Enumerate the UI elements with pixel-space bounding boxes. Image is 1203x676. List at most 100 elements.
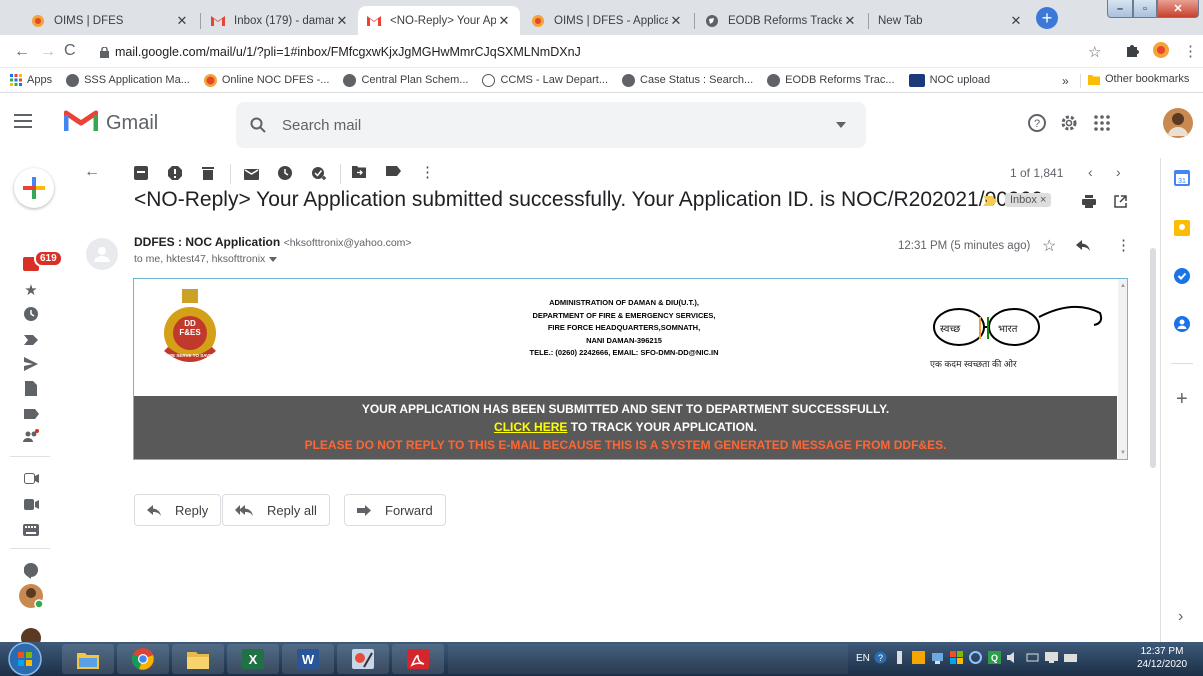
expand-panel-chevron-icon[interactable]: › (1178, 608, 1183, 626)
close-icon[interactable]: ✕ (668, 13, 684, 29)
move-to-folder-icon[interactable] (352, 166, 368, 182)
recipients-caret-icon[interactable] (269, 256, 278, 262)
help-icon[interactable]: ? (1028, 114, 1046, 132)
inbox-label-chip[interactable]: Inbox × (1005, 193, 1052, 207)
bookmark-sss[interactable]: SSS Application Ma... (66, 73, 190, 87)
main-menu-icon[interactable] (14, 114, 32, 128)
tab-inbox[interactable]: Inbox (179) - daman.fes ✕ (202, 6, 358, 35)
older-chevron-icon[interactable]: › (1116, 164, 1121, 180)
other-bookmarks[interactable]: Other bookmarks (1088, 73, 1189, 85)
tray-q-icon[interactable]: Q (988, 651, 1001, 664)
remove-label-icon[interactable]: × (1040, 194, 1046, 206)
account-avatar[interactable] (1163, 108, 1193, 138)
taskbar-explorer-icon[interactable] (172, 644, 224, 674)
maximize-icon[interactable]: ▫ (1133, 0, 1157, 18)
tab-no-reply-active[interactable]: <NO-Reply> Your Appl ✕ (358, 6, 520, 35)
language-indicator[interactable]: EN (856, 653, 870, 664)
sent-icon[interactable] (23, 356, 39, 372)
reply-button[interactable]: Reply (134, 494, 222, 526)
compose-button[interactable] (14, 168, 54, 208)
windows-start-orb-icon[interactable] (8, 642, 42, 676)
labels-tag-icon[interactable] (386, 166, 402, 182)
important-icon[interactable] (23, 332, 39, 348)
meet-new-icon[interactable] (23, 428, 39, 444)
archive-icon[interactable] (134, 166, 150, 182)
search-icon[interactable] (250, 117, 266, 133)
tab-oims-application[interactable]: OIMS | DFES - Applicatio ✕ (522, 6, 692, 35)
close-icon[interactable]: ✕ (496, 13, 512, 29)
new-tab-plus-icon[interactable]: + (1036, 7, 1058, 29)
open-new-window-icon[interactable] (1114, 195, 1127, 208)
page-scrollbar[interactable] (1148, 246, 1158, 636)
mark-unread-icon[interactable] (244, 166, 260, 182)
tray-app-icon[interactable] (912, 651, 925, 664)
back-arrow-icon[interactable]: ← (14, 43, 30, 61)
google-apps-icon[interactable] (1094, 115, 1110, 131)
forward-button[interactable]: Forward (344, 494, 446, 526)
contacts-icon[interactable] (1174, 316, 1190, 332)
tray-flag-icon[interactable] (950, 651, 963, 664)
tab-new-tab[interactable]: New Tab ✕ (870, 6, 1032, 35)
reply-arrow-icon[interactable] (1076, 240, 1090, 251)
close-icon[interactable]: ✕ (174, 13, 190, 29)
tray-keyboard-icon[interactable] (1064, 651, 1077, 664)
bookmark-ccms[interactable]: CCMS - Law Depart... (482, 73, 608, 87)
tray-help-icon[interactable]: ? (874, 651, 887, 664)
tab-eodb[interactable]: EODB Reforms Tracker - ✕ (696, 6, 866, 35)
video-outline-icon[interactable] (23, 470, 39, 486)
snooze-clock-icon[interactable] (278, 166, 294, 182)
close-icon[interactable]: ✕ (334, 13, 350, 29)
snoozed-clock-icon[interactable] (23, 306, 39, 322)
taskbar-excel-icon[interactable]: X (227, 644, 279, 674)
more-options-icon[interactable]: ⋮ (420, 163, 436, 181)
starred-icon[interactable]: ★ (23, 282, 39, 299)
bookmark-case-status[interactable]: Case Status : Search... (622, 73, 753, 87)
newer-chevron-icon[interactable]: ‹ (1088, 164, 1093, 180)
close-icon[interactable]: ✕ (842, 13, 858, 29)
bookmark-online-noc[interactable]: Online NOC DFES -... (203, 73, 329, 87)
address-bar[interactable]: mail.google.com/mail/u/1/?pli=1#inbox/FM… (100, 40, 1100, 64)
report-spam-icon[interactable] (168, 166, 184, 182)
profile-avatar-icon[interactable] (1152, 41, 1170, 59)
contact-avatar-2[interactable] (21, 628, 41, 642)
tab-oims[interactable]: OIMS | DFES ✕ (22, 6, 198, 35)
taskbar-acrobat-icon[interactable] (392, 644, 444, 674)
taskbar-word-icon[interactable]: W (282, 644, 334, 674)
add-to-tasks-icon[interactable] (312, 166, 328, 182)
important-marker-icon[interactable] (983, 196, 997, 206)
tasks-icon[interactable] (1174, 268, 1190, 284)
reload-icon[interactable]: C (64, 42, 76, 60)
tray-sync-icon[interactable] (969, 651, 982, 664)
taskbar-folder-app-icon[interactable] (62, 644, 114, 674)
bookmark-eodb[interactable]: EODB Reforms Trac... (767, 73, 895, 87)
back-to-inbox-icon[interactable]: ← (84, 163, 100, 180)
extension-puzzle-icon[interactable] (1124, 42, 1140, 58)
frame-scrollbar[interactable]: ▲ ▼ (1118, 279, 1127, 459)
taskbar-chrome-icon[interactable] (117, 644, 169, 674)
bookmarks-overflow-chevron[interactable]: » (1062, 74, 1069, 88)
label-icon[interactable] (23, 406, 39, 422)
contact-avatar[interactable] (19, 584, 43, 608)
sender-name[interactable]: DDFES : NOC Application (134, 235, 280, 249)
delete-trash-icon[interactable] (202, 166, 218, 182)
bookmark-central-plan[interactable]: Central Plan Schem... (343, 73, 468, 87)
tray-monitor-icon[interactable] (1045, 651, 1058, 664)
taskbar-paint-icon[interactable] (337, 644, 389, 674)
get-addons-plus-icon[interactable]: + (1176, 388, 1188, 411)
star-bookmark-icon[interactable]: ☆ (1088, 43, 1101, 61)
tray-usb-icon[interactable] (893, 651, 906, 664)
star-message-icon[interactable]: ☆ (1042, 236, 1056, 256)
keep-icon[interactable] (1174, 220, 1190, 236)
reply-all-button[interactable]: Reply all (222, 494, 330, 526)
video-camera-icon[interactable] (23, 496, 39, 512)
message-more-icon[interactable]: ⋮ (1116, 236, 1131, 254)
minimize-icon[interactable]: – (1107, 0, 1133, 18)
tray-network-icon[interactable] (931, 651, 944, 664)
search-input[interactable]: Search mail (236, 102, 866, 148)
tray-volume-icon[interactable] (1007, 651, 1020, 664)
browser-menu-icon[interactable]: ⋮ (1183, 42, 1198, 60)
search-options-caret-icon[interactable] (836, 122, 846, 128)
hangouts-chat-icon[interactable] (23, 563, 39, 579)
recipients-line[interactable]: to me, hktest47, hksofttronix (134, 253, 278, 265)
keyboard-icon[interactable] (23, 522, 39, 538)
